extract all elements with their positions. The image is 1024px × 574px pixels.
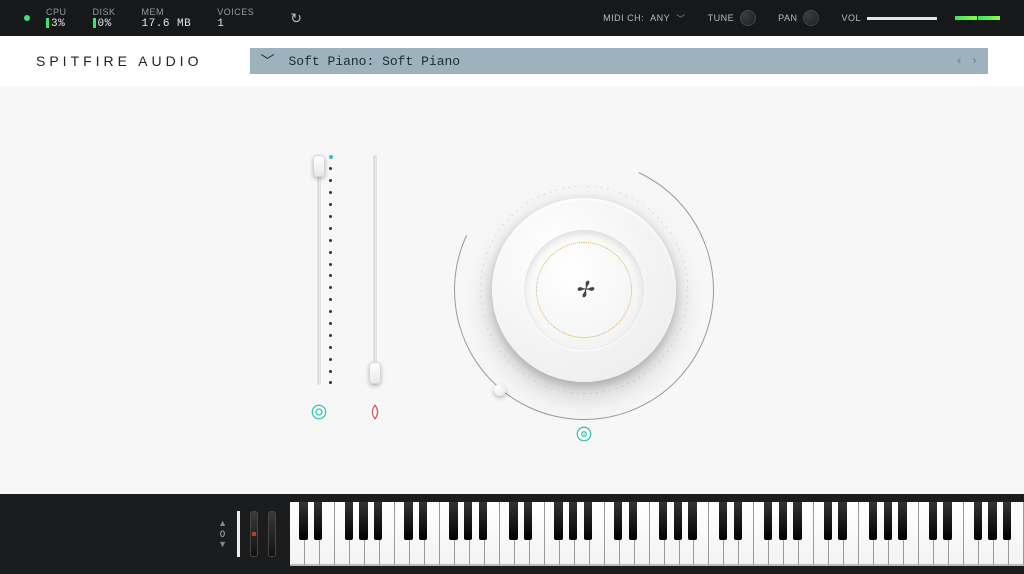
pan-label: PAN: [778, 13, 797, 23]
black-key[interactable]: [764, 502, 772, 540]
preset-next-icon[interactable]: ›: [971, 54, 978, 68]
pan-control[interactable]: PAN: [778, 10, 819, 26]
dynamics-icon[interactable]: [366, 403, 384, 426]
cpu-stat: CPU 3%: [46, 7, 67, 30]
black-key[interactable]: [988, 502, 996, 540]
main-panel: ✢: [0, 86, 1024, 494]
black-key[interactable]: [374, 502, 382, 540]
voices-stat: VOICES 1: [217, 7, 254, 30]
black-key[interactable]: [824, 502, 832, 540]
volume-slider[interactable]: [867, 17, 937, 20]
black-key[interactable]: [674, 502, 682, 540]
vol-label: VOL: [841, 13, 861, 23]
black-key[interactable]: [929, 502, 937, 540]
tune-control[interactable]: TUNE: [708, 10, 757, 26]
mem-value: 17.6 MB: [142, 18, 192, 30]
brand-logo: SPITFIRE AUDIO: [36, 53, 202, 69]
black-key[interactable]: [869, 502, 877, 540]
refresh-icon[interactable]: ↻: [290, 10, 302, 27]
black-key[interactable]: [974, 502, 982, 540]
power-led: [24, 15, 30, 21]
preset-name: Soft Piano: Soft Piano: [288, 54, 460, 69]
expression-icon[interactable]: [310, 403, 328, 426]
black-key[interactable]: [898, 502, 906, 540]
tune-knob[interactable]: [740, 10, 756, 26]
octave-value: 0: [220, 529, 225, 539]
status-bar: CPU 3% DISK 0% MEM 17.6 MB VOICES 1 ↻ MI…: [0, 0, 1024, 36]
preset-selector[interactable]: ﹀ Soft Piano: Soft Piano ‹ ›: [250, 48, 988, 74]
disk-stat: DISK 0%: [93, 7, 116, 30]
black-key[interactable]: [734, 502, 742, 540]
voices-label: VOICES: [217, 7, 254, 17]
black-key[interactable]: [464, 502, 472, 540]
black-key[interactable]: [884, 502, 892, 540]
black-key[interactable]: [584, 502, 592, 540]
mem-stat: MEM 17.6 MB: [142, 7, 192, 30]
black-key[interactable]: [404, 502, 412, 540]
tune-label: TUNE: [708, 13, 735, 23]
disk-value: 0%: [98, 18, 112, 30]
octave-stepper[interactable]: ▲ 0 ▼: [218, 520, 227, 548]
keyboard-footer: ▲ 0 ▼: [0, 494, 1024, 574]
chevron-down-icon: ﹀: [260, 51, 274, 71]
header: SPITFIRE AUDIO ﹀ Soft Piano: Soft Piano …: [0, 36, 1024, 86]
black-key[interactable]: [943, 502, 951, 540]
piano-keyboard[interactable]: [290, 502, 1024, 566]
black-key[interactable]: [688, 502, 696, 540]
pan-knob[interactable]: [803, 10, 819, 26]
disk-label: DISK: [93, 7, 116, 17]
black-key[interactable]: [719, 502, 727, 540]
midi-value: ANY: [650, 13, 670, 23]
black-key[interactable]: [659, 502, 667, 540]
voices-value: 1: [217, 18, 254, 30]
octave-up-icon[interactable]: ▲: [218, 520, 227, 527]
black-key[interactable]: [509, 502, 517, 540]
black-key[interactable]: [614, 502, 622, 540]
mem-label: MEM: [142, 7, 192, 17]
octave-down-icon[interactable]: ▼: [218, 541, 227, 548]
black-key[interactable]: [314, 502, 322, 540]
reverb-icon[interactable]: [575, 425, 593, 448]
main-dial[interactable]: ✢: [454, 160, 714, 420]
black-key[interactable]: [793, 502, 801, 540]
black-key[interactable]: [629, 502, 637, 540]
vu-meter: [955, 16, 1000, 20]
black-key[interactable]: [524, 502, 532, 540]
black-key[interactable]: [345, 502, 353, 540]
black-key[interactable]: [569, 502, 577, 540]
sliders-group: [310, 155, 384, 426]
black-key[interactable]: [299, 502, 307, 540]
cpu-label: CPU: [46, 7, 67, 17]
divider: [237, 511, 240, 557]
dynamics-slider[interactable]: [370, 155, 380, 385]
volume-control[interactable]: VOL: [841, 13, 937, 23]
black-key[interactable]: [779, 502, 787, 540]
black-key[interactable]: [479, 502, 487, 540]
dial-indicator: [494, 384, 506, 396]
black-key[interactable]: [838, 502, 846, 540]
black-key[interactable]: [1003, 502, 1011, 540]
pitch-bend-wheel[interactable]: [250, 511, 258, 557]
chevron-down-icon: ﹀: [676, 12, 686, 25]
cpu-value: 3%: [51, 18, 65, 30]
black-key[interactable]: [419, 502, 427, 540]
black-key[interactable]: [554, 502, 562, 540]
black-key[interactable]: [359, 502, 367, 540]
expression-slider[interactable]: [314, 155, 324, 385]
black-key[interactable]: [449, 502, 457, 540]
midi-channel[interactable]: MIDI CH: ANY ﹀: [603, 12, 686, 25]
midi-label: MIDI CH:: [603, 13, 644, 23]
mod-wheel[interactable]: [268, 511, 276, 557]
preset-prev-icon[interactable]: ‹: [956, 54, 963, 68]
